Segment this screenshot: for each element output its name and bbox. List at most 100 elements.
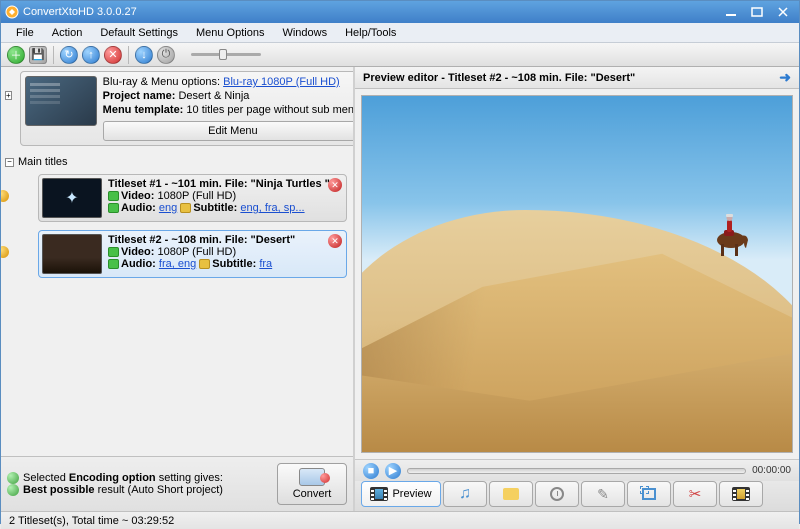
titleset-header: Titleset #2 - ~108 min. File: "Desert" — [108, 234, 295, 246]
menu-windows[interactable]: Windows — [273, 25, 336, 41]
subtitle-badge-icon — [199, 259, 210, 269]
time-display: 00:00:00 — [752, 465, 791, 476]
window-title: ConvertXtoHD 3.0.0.27 — [23, 6, 137, 18]
bluray-options-link[interactable]: Blu-ray 1080P (Full HD) — [223, 76, 340, 88]
video-badge-icon — [108, 247, 119, 257]
preview-title: Preview editor - Titleset #2 - ~108 min.… — [363, 72, 635, 84]
menu-file[interactable]: File — [7, 25, 43, 41]
left-footer: Selected Encoding option setting gives: … — [1, 456, 353, 511]
toolbar: ＋ 💾 ↻ ↑ ✕ ↓ ⏻ — [1, 43, 799, 67]
save-button[interactable]: 💾 — [29, 46, 47, 64]
edit-menu-button[interactable]: Edit Menu — [103, 121, 353, 141]
convert-icon — [299, 468, 325, 486]
titleset-2[interactable]: Titleset #2 - ~108 min. File: "Desert" V… — [38, 230, 347, 278]
tab-effects[interactable]: ✎ — [581, 481, 625, 507]
titleset-thumbnail — [42, 234, 102, 274]
tab-preview[interactable]: Preview — [361, 481, 441, 507]
tab-label: Preview — [392, 488, 431, 500]
expand-icon[interactable]: + — [5, 91, 12, 100]
tab-audio[interactable]: ♫ — [443, 481, 487, 507]
subtitle-icon — [502, 487, 520, 501]
menu-template-label: Menu template: — [103, 104, 184, 116]
audio-link[interactable]: fra, eng — [159, 258, 196, 270]
status-bar: 2 Titleset(s), Total time ~ 03:29:52 — [1, 511, 799, 529]
status-dot-icon — [7, 484, 19, 496]
seek-bar[interactable] — [407, 468, 746, 474]
music-note-icon: ♫ — [456, 487, 474, 501]
main-area: + Blu-ray & Menu options: Blu-ray 1080P … — [1, 67, 799, 511]
filmstrip-icon — [732, 487, 750, 501]
refresh-button[interactable]: ↻ — [60, 46, 78, 64]
preview-viewport[interactable] — [361, 95, 793, 453]
stop-button[interactable]: ■ — [363, 463, 379, 479]
scissors-icon: ✂ — [686, 487, 704, 501]
bluray-options-label: Blu-ray & Menu options: — [103, 76, 220, 88]
play-button[interactable]: ▶ — [385, 463, 401, 479]
subtitle-badge-icon — [180, 203, 191, 213]
up-button[interactable]: ↑ — [82, 46, 100, 64]
titleset-1[interactable]: Titleset #1 - ~101 min. File: "Ninja Tur… — [38, 174, 347, 222]
delete-titleset-button[interactable]: ✕ — [328, 234, 342, 248]
add-mini-icon[interactable] — [1, 190, 9, 202]
menu-bar: File Action Default Settings Menu Option… — [1, 23, 799, 43]
video-badge-icon — [108, 191, 119, 201]
menu-help[interactable]: Help/Tools — [336, 25, 405, 41]
tab-subtitles[interactable] — [489, 481, 533, 507]
tab-resize[interactable] — [627, 481, 671, 507]
main-titles-node: − Main titles + Titleset #1 - ~101 min. … — [5, 154, 347, 278]
delete-titleset-button[interactable]: ✕ — [328, 178, 342, 192]
remove-button[interactable]: ✕ — [104, 46, 122, 64]
download-button[interactable]: ↓ — [135, 46, 153, 64]
subtitle-label: Subtitle: — [193, 202, 237, 214]
project-info: Blu-ray & Menu options: Blu-ray 1080P (F… — [103, 76, 353, 141]
left-panel: + Blu-ray & Menu options: Blu-ray 1080P … — [1, 67, 355, 511]
separator — [53, 46, 54, 64]
player-controls: ■ ▶ 00:00:00 — [355, 459, 799, 481]
titleset-thumbnail — [42, 178, 102, 218]
tab-cut[interactable]: ✂ — [673, 481, 717, 507]
right-panel: Preview editor - Titleset #2 - ~108 min.… — [355, 67, 799, 511]
audio-link[interactable]: eng — [159, 202, 177, 214]
encoding-info: Selected Encoding option setting gives: … — [7, 472, 269, 496]
tab-chapters[interactable] — [535, 481, 579, 507]
titleset-header: Titleset #1 - ~101 min. File: "Ninja Tur… — [108, 178, 330, 190]
maximize-button[interactable] — [745, 4, 769, 20]
menu-thumbnail — [25, 76, 97, 126]
next-arrow-icon[interactable]: ➜ — [779, 69, 791, 86]
film-icon — [370, 487, 388, 501]
video-label: Video: — [121, 190, 154, 202]
subtitle-link[interactable]: fra — [259, 258, 272, 270]
status-dot-icon — [7, 472, 19, 484]
preview-image — [362, 96, 792, 452]
close-button[interactable] — [771, 4, 795, 20]
convert-button[interactable]: Convert — [277, 463, 347, 505]
wand-icon: ✎ — [594, 487, 612, 501]
convert-label: Convert — [293, 488, 332, 500]
menu-default-settings[interactable]: Default Settings — [91, 25, 187, 41]
audio-badge-icon — [108, 259, 119, 269]
menu-action[interactable]: Action — [43, 25, 92, 41]
menu-options[interactable]: Menu Options — [187, 25, 273, 41]
status-text: 2 Titleset(s), Total time ~ 03:29:52 — [9, 515, 174, 527]
app-icon — [5, 5, 19, 19]
video-value: 1080P (Full HD) — [157, 190, 236, 202]
clock-icon — [548, 487, 566, 501]
project-tree: + Blu-ray & Menu options: Blu-ray 1080P … — [1, 67, 353, 456]
video-label: Video: — [121, 246, 154, 258]
camel-rider-figure — [703, 210, 753, 258]
menu-template-value: 10 titles per page without sub men... — [186, 104, 353, 116]
separator — [128, 46, 129, 64]
project-box: Blu-ray & Menu options: Blu-ray 1080P (F… — [20, 71, 353, 146]
zoom-slider[interactable] — [191, 53, 261, 56]
add-mini-icon[interactable] — [1, 246, 9, 258]
audio-label: Audio: — [121, 258, 156, 270]
power-button[interactable]: ⏻ — [157, 46, 175, 64]
tab-merge[interactable] — [719, 481, 763, 507]
subtitle-link[interactable]: eng, fra, sp... — [240, 202, 304, 214]
minimize-button[interactable] — [719, 4, 743, 20]
resize-icon — [640, 487, 658, 501]
collapse-icon[interactable]: − — [5, 158, 14, 167]
project-name-value: Desert & Ninja — [178, 90, 249, 102]
main-titles-label: Main titles — [18, 156, 68, 168]
add-button[interactable]: ＋ — [7, 46, 25, 64]
